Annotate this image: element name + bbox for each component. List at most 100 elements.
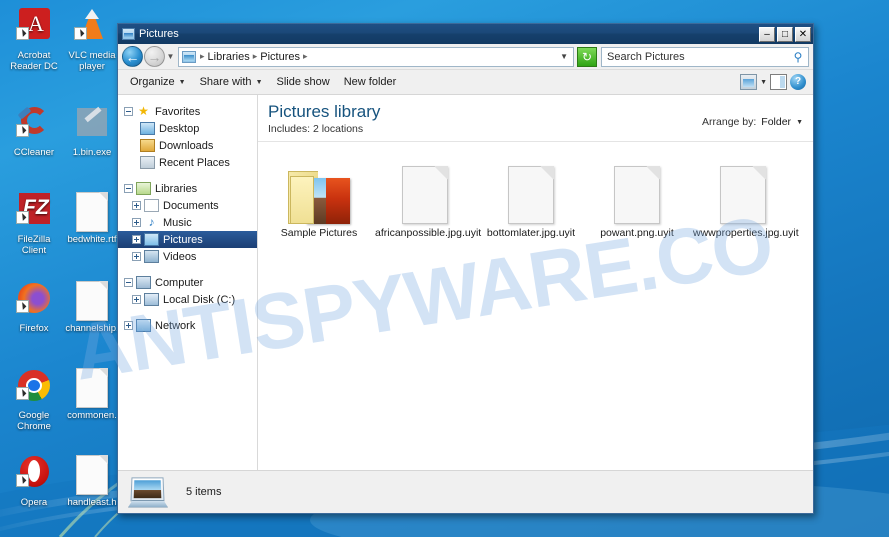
desktop-icon-firefox[interactable]: Firefox — [5, 281, 63, 335]
library-picture-icon — [182, 50, 196, 63]
minimize-button[interactable]: – — [759, 26, 775, 42]
sidebar-item-local-disk[interactable]: Local Disk (C:) — [118, 291, 257, 308]
search-icon[interactable]: ⚲ — [790, 49, 806, 65]
folder-picture-icon — [122, 28, 135, 40]
ccleaner-icon — [14, 105, 54, 145]
tree-group-libraries: Libraries Documents ♪ Music Pictures Vid… — [118, 180, 257, 265]
sidebar-item-recent-places[interactable]: Recent Places — [118, 154, 257, 171]
status-bar: 5 items — [118, 470, 813, 513]
tree-group-computer: Computer Local Disk (C:) — [118, 274, 257, 308]
sidebar-item-downloads[interactable]: Downloads — [118, 137, 257, 154]
breadcrumb-separator[interactable]: ▸ — [302, 51, 309, 62]
file-icon — [375, 158, 475, 224]
sidebar-item-network[interactable]: Network — [118, 317, 257, 334]
preview-pane-icon[interactable] — [770, 74, 787, 90]
item-label: bottomlater.jpg.uyit — [486, 227, 576, 239]
desktop-icon-opera[interactable]: Opera — [5, 455, 63, 509]
chevron-down-icon: ▼ — [178, 78, 186, 86]
desktop-icon-area: A Acrobat Reader DC VLC media player CCl… — [0, 0, 120, 537]
expander-minus-icon[interactable] — [124, 107, 133, 116]
share-with-button[interactable]: Share with ▼ — [193, 74, 270, 90]
help-icon[interactable]: ? — [790, 74, 806, 90]
arrange-by-control[interactable]: Arrange by: Folder ▼ — [702, 102, 803, 128]
desktop-icon-commonen[interactable]: commonen. — [63, 368, 121, 422]
search-input[interactable]: Search Pictures ⚲ — [601, 46, 809, 67]
libraries-icon — [136, 182, 151, 195]
slide-show-button[interactable]: Slide show — [270, 74, 337, 90]
list-item[interactable]: Sample Pictures — [266, 156, 372, 242]
new-folder-button[interactable]: New folder — [337, 74, 404, 90]
address-bar[interactable]: ▸ Libraries ▸ Pictures ▸ ▼ — [178, 46, 574, 67]
recent-places-icon — [140, 156, 155, 169]
filezilla-icon: FZ — [14, 192, 54, 232]
forward-arrow-icon[interactable]: → — [144, 46, 165, 67]
desktop-icon-filezilla[interactable]: FZ FileZilla Client — [5, 192, 63, 256]
desktop-icon-handleast[interactable]: handleast.h — [63, 455, 121, 509]
sidebar-item-music[interactable]: ♪ Music — [118, 214, 257, 231]
desktop-icon-label: bedwhite.rtf — [67, 234, 117, 245]
history-dropdown-icon[interactable]: ▼ — [165, 52, 176, 61]
change-view-icon[interactable] — [740, 74, 758, 90]
sidebar-item-computer[interactable]: Computer — [118, 274, 257, 291]
expander-minus-icon[interactable] — [124, 278, 133, 287]
back-glyph: ← — [125, 48, 140, 65]
sidebar-item-label: Music — [163, 216, 192, 229]
new-folder-label: New folder — [343, 76, 397, 88]
desktop-icon-label: commonen. — [67, 410, 117, 421]
sidebar-item-videos[interactable]: Videos — [118, 248, 257, 265]
view-chevron-down-icon[interactable]: ▼ — [760, 79, 767, 86]
expander-plus-icon[interactable] — [132, 218, 141, 227]
window-titlebar[interactable]: Pictures – □ ✕ — [118, 24, 813, 44]
file-icon — [76, 368, 108, 408]
expander-plus-icon[interactable] — [132, 235, 141, 244]
maximize-glyph: □ — [781, 28, 789, 40]
desktop-icon-acrobat[interactable]: A Acrobat Reader DC — [5, 8, 63, 72]
list-item[interactable]: wwwproperties.jpg.uyit — [690, 156, 799, 242]
desktop-icon-bedwhite[interactable]: bedwhite.rtf — [63, 192, 121, 246]
desktop-icon-label: CCleaner — [13, 147, 55, 158]
desktop-icon-label: Opera — [20, 497, 48, 508]
organize-button[interactable]: Organize ▼ — [123, 74, 193, 90]
desktop-icon-channelship[interactable]: channelship. — [63, 281, 121, 335]
sidebar-item-documents[interactable]: Documents — [118, 197, 257, 214]
list-item[interactable]: powant.png.uyit — [584, 156, 690, 242]
breadcrumb-libraries[interactable]: Libraries — [206, 51, 252, 63]
sidebar-item-libraries[interactable]: Libraries — [118, 180, 257, 197]
forward-glyph: → — [147, 48, 162, 65]
desktop-icon-chrome[interactable]: Google Chrome — [5, 368, 63, 432]
desktop-icon-ccleaner[interactable]: CCleaner — [5, 105, 63, 159]
expander-plus-icon[interactable] — [132, 252, 141, 261]
expander-plus-icon[interactable] — [132, 201, 141, 210]
sidebar-item-label: Network — [155, 319, 196, 332]
toolbar-right-group: ▼ ? — [740, 74, 808, 90]
item-count-label: 5 items — [186, 486, 222, 498]
address-dropdown-icon[interactable]: ▼ — [560, 52, 570, 61]
close-button[interactable]: ✕ — [795, 26, 811, 42]
maximize-button[interactable]: □ — [777, 26, 793, 42]
sidebar-item-favorites[interactable]: ★ Favorites — [118, 103, 257, 120]
list-item[interactable]: africanpossible.jpg.uyit — [372, 156, 481, 242]
file-list[interactable]: Sample Pictures africanpossible.jpg.uyit… — [258, 142, 813, 470]
desktop-icon-binexe[interactable]: 1.bin.exe — [63, 105, 121, 159]
refresh-icon[interactable]: ↻ — [577, 46, 597, 67]
expander-plus-icon[interactable] — [124, 321, 133, 330]
library-includes: Includes: 2 locations — [268, 123, 380, 135]
expander-minus-icon[interactable] — [124, 184, 133, 193]
chevron-down-icon: ▼ — [796, 118, 803, 126]
item-label: Sample Pictures — [280, 227, 358, 239]
share-with-label: Share with — [199, 76, 252, 88]
window-controls: – □ ✕ — [759, 26, 811, 42]
sidebar-item-desktop[interactable]: Desktop — [118, 120, 257, 137]
breadcrumb-pictures[interactable]: Pictures — [258, 51, 302, 63]
file-icon — [693, 158, 793, 224]
list-item[interactable]: bottomlater.jpg.uyit — [478, 156, 584, 242]
sidebar-item-pictures[interactable]: Pictures — [118, 231, 257, 248]
expander-plus-icon[interactable] — [132, 295, 141, 304]
sidebar-item-label: Local Disk (C:) — [163, 293, 236, 306]
back-arrow-icon[interactable]: ← — [122, 46, 143, 67]
arrange-by-label: Arrange by: — [702, 116, 757, 128]
sidebar-item-label: Downloads — [159, 139, 214, 152]
desktop-icon-vlc[interactable]: VLC media player — [63, 8, 121, 72]
network-icon — [136, 319, 151, 332]
tree-group-favorites: ★ Favorites Desktop Downloads Recent Pla… — [118, 103, 257, 171]
